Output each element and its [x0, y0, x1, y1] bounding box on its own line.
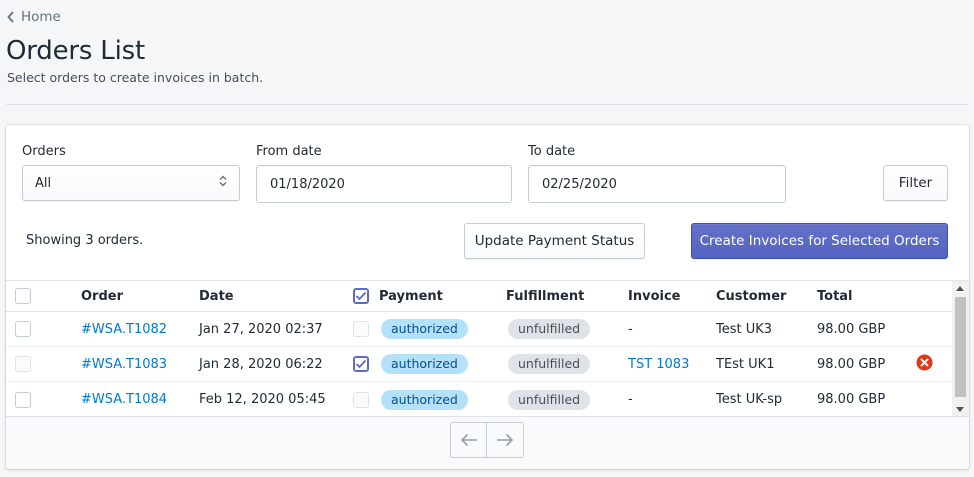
order-date: Feb 12, 2020 05:45	[199, 392, 326, 407]
order-date: Jan 27, 2020 02:37	[199, 321, 323, 337]
order-total: 98.00 GBP	[817, 356, 886, 372]
order-total: 98.00 GBP	[817, 392, 886, 407]
orders-table: Order Date Payment Fulfillment Invoice C…	[6, 280, 969, 416]
table-footer	[6, 416, 969, 469]
payment-status-badge: authorized	[381, 354, 468, 374]
column-header-fulfillment[interactable]: Fulfillment	[506, 281, 584, 311]
filter-button[interactable]: Filter	[883, 165, 948, 201]
payment-checkbox[interactable]	[353, 356, 369, 372]
fulfillment-status-badge: unfulfilled	[508, 319, 591, 339]
fulfillment-status-badge: unfulfilled	[508, 354, 591, 374]
invoice-link[interactable]: TST 1083	[628, 347, 689, 381]
fulfillment-status-badge: unfulfilled	[508, 389, 591, 410]
create-invoices-button[interactable]: Create Invoices for Selected Orders	[691, 223, 948, 259]
payment-status-badge: authorized	[381, 319, 468, 339]
scroll-down-arrow[interactable]	[956, 407, 964, 412]
invoice-value: -	[628, 392, 633, 407]
divider	[6, 104, 968, 105]
select-arrows-icon	[219, 175, 227, 191]
payment-select-all-checkbox[interactable]	[353, 288, 369, 304]
orders-select-value: All	[35, 175, 52, 191]
update-payment-status-button[interactable]: Update Payment Status	[464, 223, 645, 259]
column-header-invoice[interactable]: Invoice	[628, 281, 680, 311]
chevron-left-icon	[7, 11, 15, 23]
previous-page-button[interactable]	[450, 422, 487, 458]
arrow-left-icon	[460, 433, 477, 447]
payment-checkbox[interactable]	[353, 391, 369, 408]
row-select-checkbox[interactable]	[15, 321, 31, 337]
arrow-right-icon	[497, 433, 514, 447]
scroll-up-arrow[interactable]	[956, 286, 964, 291]
column-header-total[interactable]: Total	[817, 281, 853, 311]
breadcrumb[interactable]: Home	[7, 9, 61, 25]
table-row: #WSA.T1083 Jan 28, 2020 06:22 authorized…	[6, 347, 952, 382]
order-total: 98.00 GBP	[817, 321, 886, 337]
page-subtitle: Select orders to create invoices in batc…	[7, 70, 264, 85]
order-date: Jan 28, 2020 06:22	[199, 356, 323, 372]
select-all-checkbox[interactable]	[15, 288, 31, 304]
order-link[interactable]: #WSA.T1083	[81, 347, 167, 381]
column-header-payment[interactable]: Payment	[379, 281, 443, 311]
row-select-checkbox[interactable]	[15, 391, 31, 408]
row-select-checkbox[interactable]	[15, 356, 31, 372]
orders-select[interactable]: All	[22, 165, 240, 201]
to-date-input[interactable]: 02/25/2020	[528, 165, 786, 203]
customer-name: Test UK-sp	[716, 392, 783, 407]
checkmark-icon	[355, 291, 367, 301]
column-header-customer[interactable]: Customer	[716, 281, 786, 311]
page-title: Orders List	[6, 36, 145, 66]
scroll-thumb[interactable]	[955, 297, 966, 397]
breadcrumb-home-link[interactable]: Home	[21, 9, 61, 25]
column-header-order[interactable]: Order	[81, 281, 123, 311]
payment-checkbox[interactable]	[353, 321, 369, 337]
table-scrollbar[interactable]	[952, 281, 969, 416]
showing-count: Showing 3 orders.	[26, 233, 144, 248]
checkmark-icon	[355, 359, 367, 369]
table-row: #WSA.T1082 Jan 27, 2020 02:37 authorized…	[6, 312, 952, 347]
from-date-input[interactable]: 01/18/2020	[256, 165, 512, 203]
table-row: #WSA.T1084 Feb 12, 2020 05:45 authorized…	[6, 382, 952, 416]
from-date-label: From date	[256, 144, 322, 159]
orders-label: Orders	[22, 144, 66, 159]
to-date-label: To date	[528, 144, 576, 159]
orders-card: Orders All From date 01/18/2020 To date …	[6, 125, 969, 469]
pagination	[450, 422, 524, 458]
customer-name: Test UK3	[716, 321, 773, 337]
payment-status-badge: authorized	[381, 389, 468, 410]
invoice-value: -	[628, 321, 633, 337]
order-link[interactable]: #WSA.T1082	[81, 312, 167, 346]
order-link[interactable]: #WSA.T1084	[81, 382, 167, 416]
next-page-button[interactable]	[487, 422, 524, 458]
table-header-row: Order Date Payment Fulfillment Invoice C…	[6, 281, 952, 312]
customer-name: TEst UK1	[716, 356, 775, 372]
column-header-date[interactable]: Date	[199, 281, 234, 311]
error-circle-icon[interactable]	[916, 354, 933, 375]
